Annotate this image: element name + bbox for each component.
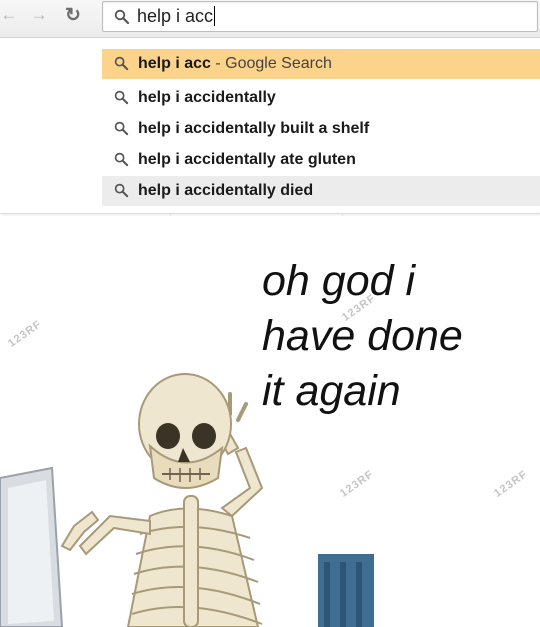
browser-toolbar: ← → ↻ help i acc bbox=[0, 0, 540, 38]
reload-icon[interactable]: ↻ bbox=[58, 4, 88, 26]
search-icon bbox=[114, 9, 130, 25]
ribcage-icon bbox=[126, 495, 263, 627]
suggestion-label: help i accidentally ate gluten bbox=[138, 151, 356, 168]
suggestion-dropdown: help i acc - Google Search help i accide… bbox=[0, 38, 540, 214]
suggestion-item[interactable]: help i acc - Google Search bbox=[102, 49, 540, 79]
suggestion-item[interactable]: help i accidentally built a shelf bbox=[102, 114, 540, 144]
suggestion-item[interactable]: help i accidentally bbox=[102, 83, 540, 113]
caption-line: it again bbox=[262, 367, 401, 415]
address-bar[interactable]: help i acc bbox=[102, 1, 538, 32]
suggestion-item[interactable]: help i accidentally died bbox=[102, 176, 540, 206]
meme-image: 123RF 123RF 123RF 123RF oh god i have do… bbox=[0, 216, 540, 627]
skull-icon bbox=[138, 373, 232, 489]
suggestion-label: help i accidentally died bbox=[138, 182, 314, 199]
suggestion-label: help i acc - Google Search bbox=[138, 55, 332, 72]
caption-line: have done bbox=[262, 312, 463, 360]
text-caret bbox=[214, 6, 216, 26]
address-bar-query: help i acc bbox=[137, 6, 216, 26]
search-icon bbox=[114, 90, 129, 105]
back-arrow-icon[interactable]: ← bbox=[0, 4, 18, 26]
caption-line: oh god i bbox=[262, 257, 416, 305]
suggestion-label: help i accidentally bbox=[138, 89, 276, 106]
suggestion-label: help i accidentally built a shelf bbox=[138, 120, 370, 137]
search-icon bbox=[114, 121, 129, 136]
search-icon bbox=[114, 183, 129, 198]
chair-icon bbox=[318, 554, 374, 627]
laptop-icon bbox=[0, 466, 64, 627]
suggestion-item[interactable]: help i accidentally ate gluten bbox=[102, 145, 540, 175]
forward-arrow-icon[interactable]: → bbox=[30, 4, 48, 26]
left-arm-icon bbox=[60, 510, 151, 556]
search-icon bbox=[114, 56, 129, 71]
search-icon bbox=[114, 152, 129, 167]
meme-caption: oh god i have done it again bbox=[262, 254, 463, 419]
